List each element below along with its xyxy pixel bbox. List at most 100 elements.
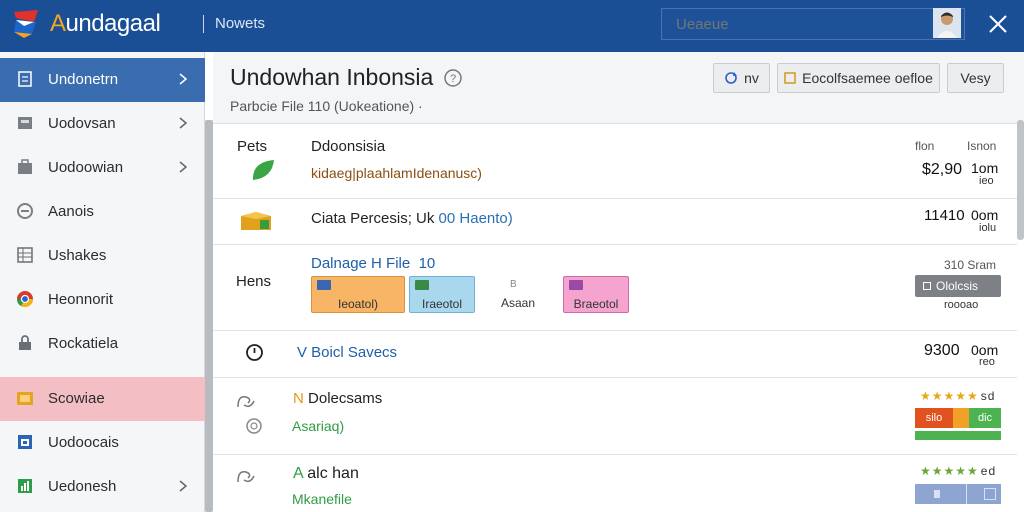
- sidebar-scrollbar[interactable]: [205, 120, 213, 512]
- link-icon: [237, 470, 255, 483]
- row-meta: reo: [979, 356, 995, 368]
- bag-icon: [18, 159, 32, 174]
- box-icon: [241, 212, 271, 230]
- document-options-label: Eocolfsaemee oefloe: [802, 70, 933, 86]
- row-type-label: Hens: [236, 273, 272, 290]
- chevron-right-icon: [179, 117, 188, 129]
- refresh-button-label: nv: [744, 70, 759, 86]
- sidebar-item-label: Undonetrn: [48, 71, 119, 88]
- sidebar-item-label: Uodoowian: [48, 159, 124, 176]
- divider: [203, 15, 204, 33]
- main-scrollbar[interactable]: [1017, 120, 1024, 240]
- divider: [213, 454, 1017, 455]
- row-type-label: Pets: [237, 138, 268, 155]
- sidebar-item-label: Uedonesh: [48, 478, 117, 495]
- progress-segment: dic: [969, 408, 1001, 428]
- divider: [213, 198, 1017, 199]
- refresh-icon: [725, 72, 738, 84]
- row-value: 9300: [924, 342, 960, 359]
- status-badge[interactable]: Ololcsis: [915, 275, 1001, 297]
- divider: [213, 377, 1017, 378]
- row-title[interactable]: Ciata Percesis; Uk 00 Haento): [311, 210, 513, 227]
- chevron-right-icon: [179, 73, 188, 85]
- divider: [213, 244, 1017, 245]
- row-meta: iolu: [979, 222, 997, 234]
- file-tag[interactable]: Braeotol: [563, 276, 629, 313]
- row-meta: roooao: [944, 299, 979, 311]
- sidebar-item-uedonesh[interactable]: Uedonesh: [0, 465, 205, 509]
- column-header: Isnon: [967, 139, 997, 153]
- chart-icon: [18, 479, 32, 493]
- row-title[interactable]: N Dolecsams: [293, 390, 382, 407]
- sidebar-item-label: Heonnorit: [48, 291, 114, 308]
- row-title[interactable]: Ddoonsisia: [311, 138, 385, 155]
- view-button-label: Vesy: [960, 70, 991, 86]
- sidebar-item-label: Uodovsan: [48, 115, 116, 132]
- chevron-right-icon: [179, 480, 188, 492]
- tag-label: Asaan: [500, 296, 536, 310]
- sidebar-item-uodoowian[interactable]: Uodoowian: [0, 146, 205, 190]
- bar-marker-icon: [934, 490, 940, 498]
- info-icon[interactable]: ?: [443, 68, 463, 88]
- app-logo-icon[interactable]: [12, 8, 42, 38]
- bar-square-icon: [984, 488, 996, 500]
- tag-label: Braeotol: [573, 297, 619, 311]
- sidebar-item-undonetrn[interactable]: Undonetrn: [0, 58, 205, 102]
- sidebar-item-aanois[interactable]: Aanois: [0, 190, 205, 234]
- link-icon: [237, 395, 255, 408]
- sidebar-item-label: Rockatiela: [48, 335, 119, 352]
- sidebar-item-label: Uodoocais: [48, 434, 119, 451]
- clock-icon: [246, 344, 263, 361]
- rating-stars: ★★★★★ ed: [920, 464, 997, 478]
- sidebar-item-heonnorit[interactable]: Heonnorit: [0, 278, 205, 322]
- divider: [966, 484, 967, 504]
- sidebar-item-uodovsan[interactable]: Uodovsan: [0, 102, 205, 146]
- sidebar-item-label: Scowiae: [48, 390, 105, 407]
- row-value: $2,90: [922, 161, 963, 178]
- row-title[interactable]: Dalnage H File 10: [311, 255, 435, 272]
- grid-icon: [17, 247, 33, 263]
- sidebar-item-rockatiela[interactable]: Rockatiela: [0, 322, 205, 366]
- file-tag[interactable]: B Asaan: [488, 276, 548, 313]
- rating-stars: ★★★★★ sd: [920, 389, 996, 403]
- svg-text:?: ?: [450, 73, 456, 85]
- close-icon[interactable]: [986, 12, 1010, 36]
- view-button[interactable]: Vesy: [947, 63, 1004, 93]
- row-subtitle: Asariaq): [292, 418, 345, 434]
- row-subtitle: Mkanefile: [292, 491, 352, 507]
- sidebar-item-ushakes[interactable]: Ushakes: [0, 234, 205, 278]
- square-icon: [784, 72, 796, 84]
- calendar-icon: [18, 435, 32, 449]
- sidebar-item-scowiae[interactable]: Scowiae: [0, 377, 205, 421]
- row-unit: 1om: [971, 160, 999, 176]
- document-options-button[interactable]: Eocolfsaemee oefloe: [777, 63, 940, 93]
- progress-bar: [915, 431, 1001, 440]
- row-unit: 0om: [971, 207, 999, 223]
- row-subtitle: kidaeg|plaahlamIdenanusc): [311, 165, 482, 181]
- avatar[interactable]: [933, 8, 961, 38]
- row-title[interactable]: A alc han: [293, 465, 359, 483]
- app-title: Aundagaal: [50, 10, 161, 37]
- row-title[interactable]: V Boicl Savecs: [297, 344, 397, 361]
- refresh-button[interactable]: nv: [713, 63, 770, 93]
- folder-icon: [17, 392, 33, 405]
- sidebar-item-uodoocais[interactable]: Uodoocais: [0, 421, 205, 465]
- top-nav-tab[interactable]: Nowets: [215, 15, 265, 32]
- badge-square-icon: [923, 282, 931, 290]
- lock-icon: [19, 335, 31, 350]
- tag-badge-icon: [415, 280, 429, 290]
- divider: [213, 330, 1017, 331]
- refresh-circle-icon: [246, 418, 262, 434]
- user-avatar-icon: [937, 12, 957, 38]
- chrome-icon: [16, 291, 34, 308]
- page-subtitle: Parbcie File 110 (Uokeatione) ·: [230, 98, 423, 114]
- file-tag[interactable]: Iraeotol: [409, 276, 475, 313]
- search-input[interactable]: [661, 8, 965, 40]
- tag-label: Iraeotol: [421, 297, 463, 311]
- top-bar: Aundagaal Nowets: [0, 0, 1024, 52]
- tag-badge-text: B: [510, 279, 517, 290]
- sidebar: Undonetrn Uodovsan Uodoowian Aanois Usha…: [0, 52, 205, 512]
- row-meta: ieo: [979, 175, 994, 187]
- file-tag[interactable]: Ieoatol): [311, 276, 405, 313]
- tag-badge-icon: [317, 280, 331, 290]
